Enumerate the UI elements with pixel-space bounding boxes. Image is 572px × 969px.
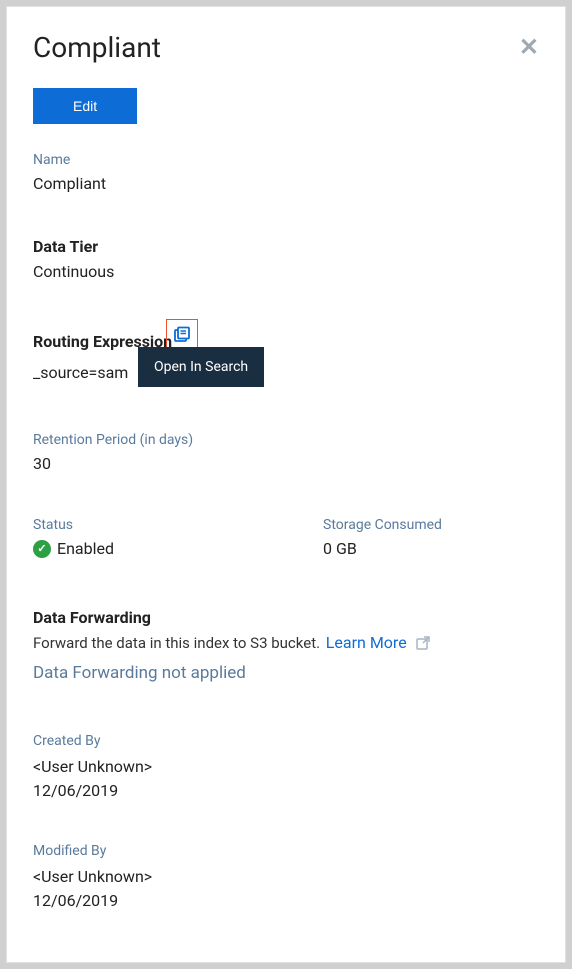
forwarding-description: Forward the data in this index to S3 buc… xyxy=(33,633,539,653)
details-panel: ✕ Compliant Edit Name Compliant Data Tie… xyxy=(6,6,566,963)
modified-by-date: 12/06/2019 xyxy=(33,889,539,913)
created-by-date: 12/06/2019 xyxy=(33,779,539,803)
field-status: Status ✓ Enabled xyxy=(33,517,243,558)
field-storage: Storage Consumed 0 GB xyxy=(323,517,442,558)
forwarding-status: Data Forwarding not applied xyxy=(33,663,539,683)
retention-label: Retention Period (in days) xyxy=(33,432,539,448)
storage-value: 0 GB xyxy=(323,539,442,558)
name-value: Compliant xyxy=(33,174,539,193)
external-link-icon xyxy=(416,637,430,653)
field-modified-by: Modified By <User Unknown> 12/06/2019 xyxy=(33,843,539,913)
open-search-icon xyxy=(173,326,191,344)
name-label: Name xyxy=(33,152,539,168)
field-routing: Routing Expression Open In Search _sourc… xyxy=(33,325,539,382)
data-tier-label: Data Tier xyxy=(33,237,539,256)
created-by-label: Created By xyxy=(33,733,539,749)
created-by-user: <User Unknown> xyxy=(33,755,539,779)
check-circle-icon: ✓ xyxy=(33,540,51,558)
forwarding-heading: Data Forwarding xyxy=(33,608,539,627)
status-label: Status xyxy=(33,517,243,533)
routing-value: _source=sam xyxy=(33,363,539,382)
field-name: Name Compliant xyxy=(33,152,539,193)
storage-label: Storage Consumed xyxy=(323,517,442,533)
tooltip: Open In Search xyxy=(138,347,264,387)
field-retention: Retention Period (in days) 30 xyxy=(33,432,539,473)
modified-by-label: Modified By xyxy=(33,843,539,859)
field-created-by: Created By <User Unknown> 12/06/2019 xyxy=(33,733,539,803)
edit-button[interactable]: Edit xyxy=(33,88,137,124)
status-value: Enabled xyxy=(57,539,114,558)
modified-by-user: <User Unknown> xyxy=(33,865,539,889)
data-tier-value: Continuous xyxy=(33,262,539,281)
learn-more-link[interactable]: Learn More xyxy=(326,633,407,652)
field-data-tier: Data Tier Continuous xyxy=(33,237,539,281)
retention-value: 30 xyxy=(33,454,539,473)
section-data-forwarding: Data Forwarding Forward the data in this… xyxy=(33,608,539,683)
page-title: Compliant xyxy=(33,31,539,64)
close-icon[interactable]: ✕ xyxy=(519,35,539,59)
